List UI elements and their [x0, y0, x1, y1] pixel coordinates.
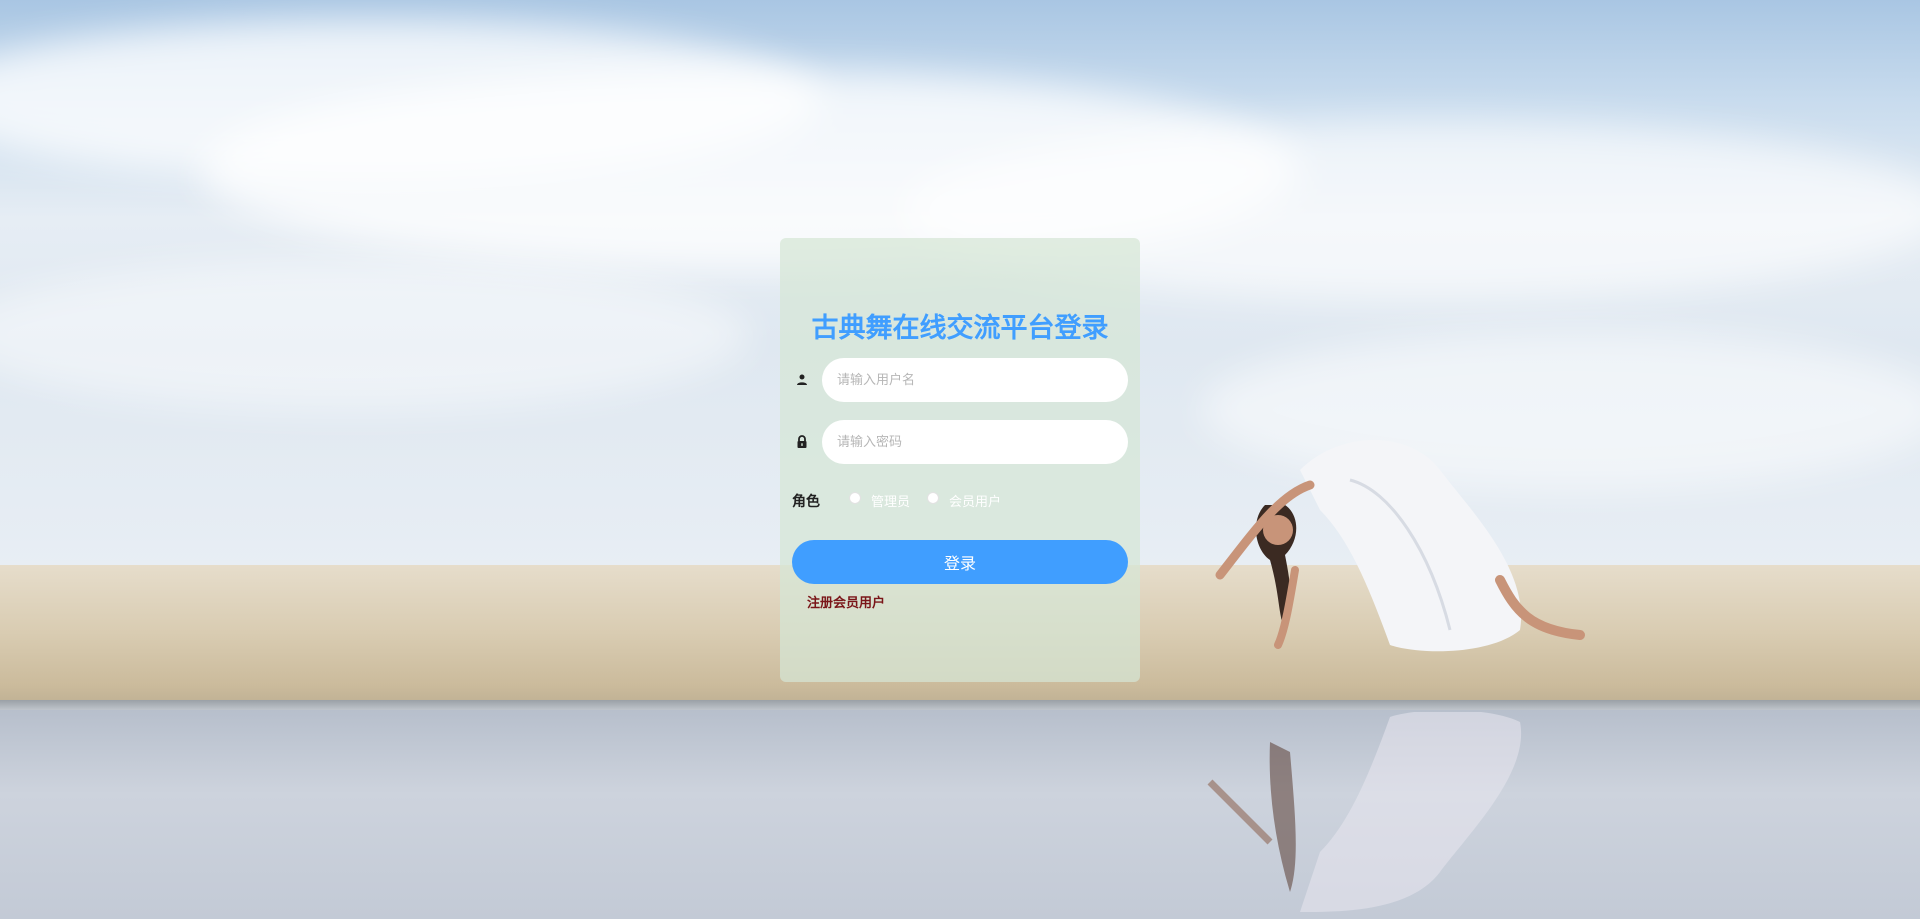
username-input[interactable] — [822, 358, 1128, 402]
password-input[interactable] — [822, 420, 1128, 464]
water — [0, 710, 1920, 919]
lock-icon — [797, 435, 807, 448]
role-label-admin: 管理员 — [871, 495, 911, 510]
page-title: 古典舞在线交流平台登录 — [811, 313, 1109, 344]
role-label: 角色 — [792, 494, 820, 510]
login-panel: 古典舞在线交流平台登录 角色 管理员 会员用户 登录 注册会员用户 — [780, 238, 1140, 682]
dancer-reflection — [1207, 712, 1522, 912]
dancer-figure — [1215, 440, 1585, 652]
login-button[interactable]: 登录 — [792, 540, 1128, 584]
role-label-member: 会员用户 — [949, 495, 1002, 510]
role-radio-admin[interactable] — [849, 492, 861, 504]
role-radio-member[interactable] — [927, 492, 939, 504]
user-icon — [797, 374, 807, 385]
register-member-link[interactable]: 注册会员用户 — [807, 592, 885, 611]
